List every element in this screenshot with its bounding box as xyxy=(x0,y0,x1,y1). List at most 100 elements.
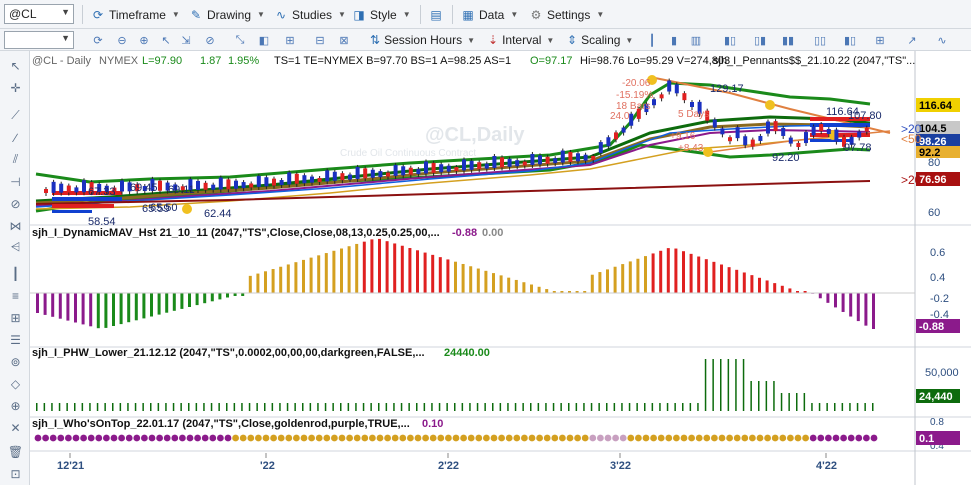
interval-input[interactable]: ▼ xyxy=(4,31,74,49)
timeframe-menu[interactable]: ⟳ Timeframe ▼ xyxy=(90,4,180,25)
ray-icon[interactable]: ⊣ xyxy=(7,173,24,190)
status-dot xyxy=(407,434,414,442)
chevron-down-icon: ▼ xyxy=(596,10,605,19)
candle-group-icon[interactable]: ▮▯ xyxy=(722,32,738,48)
trendline-icon[interactable]: ∕ xyxy=(7,129,24,146)
fib-icon[interactable]: ⊘ xyxy=(7,195,24,212)
histogram-bar xyxy=(438,257,442,293)
pointer-icon[interactable]: ↖ xyxy=(7,57,24,74)
status-dot xyxy=(445,434,452,442)
candle-body xyxy=(363,168,368,179)
pitchfork-icon[interactable]: ⩤ xyxy=(7,239,24,256)
session-icon: ⇅ xyxy=(370,33,381,47)
status-dot xyxy=(490,434,498,442)
phw-bar xyxy=(446,403,448,411)
annotation: 24.0 xyxy=(610,111,630,122)
cursor-icon[interactable]: ⊘ xyxy=(202,32,218,48)
tool-icon[interactable]: ⤡ xyxy=(232,32,248,48)
settings-menu[interactable]: ⚙ Settings ▼ xyxy=(528,4,605,25)
tool-icon[interactable]: ⊟ xyxy=(312,32,328,48)
bar-style-icon[interactable]: ┃ xyxy=(644,32,660,48)
drawing-menu[interactable]: ✎ Drawing ▼ xyxy=(188,4,265,25)
layout-toggle[interactable]: ▤ xyxy=(428,4,447,25)
candle-body xyxy=(758,135,763,141)
trash-icon[interactable]: 🗑 xyxy=(7,443,24,460)
style-label: Style xyxy=(370,7,397,22)
zoom-in-icon[interactable]: ⊕ xyxy=(136,32,152,48)
studies-menu[interactable]: ∿ Studies ▼ xyxy=(273,4,346,25)
vertical-line-icon[interactable]: ┃ xyxy=(7,265,24,282)
scroll-icon[interactable]: ⇲ xyxy=(178,32,194,48)
candle-group-icon[interactable]: ▯▮ xyxy=(752,32,768,48)
indicator-icon[interactable]: ⊞ xyxy=(872,32,888,48)
delete-icon[interactable]: ✕ xyxy=(7,419,24,436)
status-dot xyxy=(627,434,635,442)
candle-group-icon[interactable]: ▮▯ xyxy=(842,32,858,48)
brush-icon[interactable]: ⟋ xyxy=(7,107,24,124)
flag-bar xyxy=(52,204,114,208)
session-hours-menu[interactable]: ⇅ Session Hours ▼ xyxy=(370,31,475,49)
style-menu[interactable]: ◨ Style ▼ xyxy=(351,4,410,25)
chart-canvas[interactable]: @CL,Daily Crude Oil Continuous Contract … xyxy=(30,51,971,485)
candle-body xyxy=(332,171,337,181)
lock-icon[interactable]: ⊡ xyxy=(7,465,24,482)
refresh-icon[interactable]: ⟳ xyxy=(90,32,106,48)
phw-bar xyxy=(834,403,836,411)
status-dot xyxy=(589,434,597,442)
gann-icon[interactable]: ⋈ xyxy=(7,217,24,234)
tool-icon[interactable]: ⊞ xyxy=(282,32,298,48)
histogram-bar xyxy=(514,279,518,293)
scaling-menu[interactable]: ⇕ Scaling ▼ xyxy=(567,31,633,49)
price-label: 92.20 xyxy=(772,152,800,164)
magnet-icon[interactable]: ⊚ xyxy=(7,353,24,370)
channel-icon[interactable]: ⫽ xyxy=(7,151,24,168)
horizontal-line-icon[interactable]: ≡ xyxy=(7,287,24,304)
data-menu[interactable]: ▦ Data ▼ xyxy=(460,4,518,25)
chart-area[interactable]: @CL,Daily Crude Oil Continuous Contract … xyxy=(30,51,971,485)
phw-bar xyxy=(51,403,53,411)
status-dot xyxy=(452,434,460,442)
zoom-out-icon[interactable]: ⊖ xyxy=(114,32,130,48)
candle-body xyxy=(439,164,444,173)
phw-bar xyxy=(552,403,555,411)
grid-icon[interactable]: ⊞ xyxy=(7,309,24,326)
status-dot xyxy=(57,434,65,442)
bar-chart-icon[interactable]: ▥ xyxy=(688,32,704,48)
levels-icon[interactable]: ☰ xyxy=(7,331,24,348)
histogram-bar xyxy=(226,293,229,298)
candle-body xyxy=(226,179,231,190)
pane-title: sjh_I_Who'sOnTop_22.01.17 (2047,"TS",Clo… xyxy=(32,418,410,430)
histogram-bar xyxy=(43,293,47,315)
histogram-bar xyxy=(522,282,526,293)
phw-bar xyxy=(590,403,593,411)
status-dot xyxy=(353,434,361,442)
tool-icon[interactable]: ⊠ xyxy=(336,32,352,48)
status-dot xyxy=(711,434,718,442)
crosshair-icon[interactable]: ✛ xyxy=(7,79,24,96)
status-dot xyxy=(300,434,308,442)
candle-style-icon[interactable]: ▮ xyxy=(666,32,682,48)
line-icon[interactable]: ∿ xyxy=(934,32,950,48)
phw-bar xyxy=(438,403,441,411)
status-dot xyxy=(49,434,57,442)
status-dot xyxy=(209,434,217,442)
histogram-bar xyxy=(188,293,191,307)
shape-icon[interactable]: ◇ xyxy=(7,375,24,392)
tool-icon[interactable]: ◧ xyxy=(256,32,272,48)
candle-body xyxy=(545,156,550,164)
status-dot xyxy=(361,434,369,442)
status-dot xyxy=(65,434,72,442)
phw-bar xyxy=(704,359,707,411)
interval-menu[interactable]: ⇣ Interval ▼ xyxy=(488,31,554,49)
zoom-icon[interactable]: ⊕ xyxy=(7,397,24,414)
candle-group-icon[interactable]: ▮▮ xyxy=(780,32,796,48)
status-dot xyxy=(125,434,133,442)
status-dot xyxy=(384,434,391,442)
trend-icon[interactable]: ↗ xyxy=(904,32,920,48)
phw-bar xyxy=(416,403,418,411)
candle-group-icon[interactable]: ▯▯ xyxy=(812,32,828,48)
histogram-bar xyxy=(317,255,321,293)
symbol-input[interactable]: @CL ▼ xyxy=(4,4,74,24)
pointer-icon[interactable]: ↖ xyxy=(158,32,174,48)
annotation: -20.06 xyxy=(622,78,651,89)
